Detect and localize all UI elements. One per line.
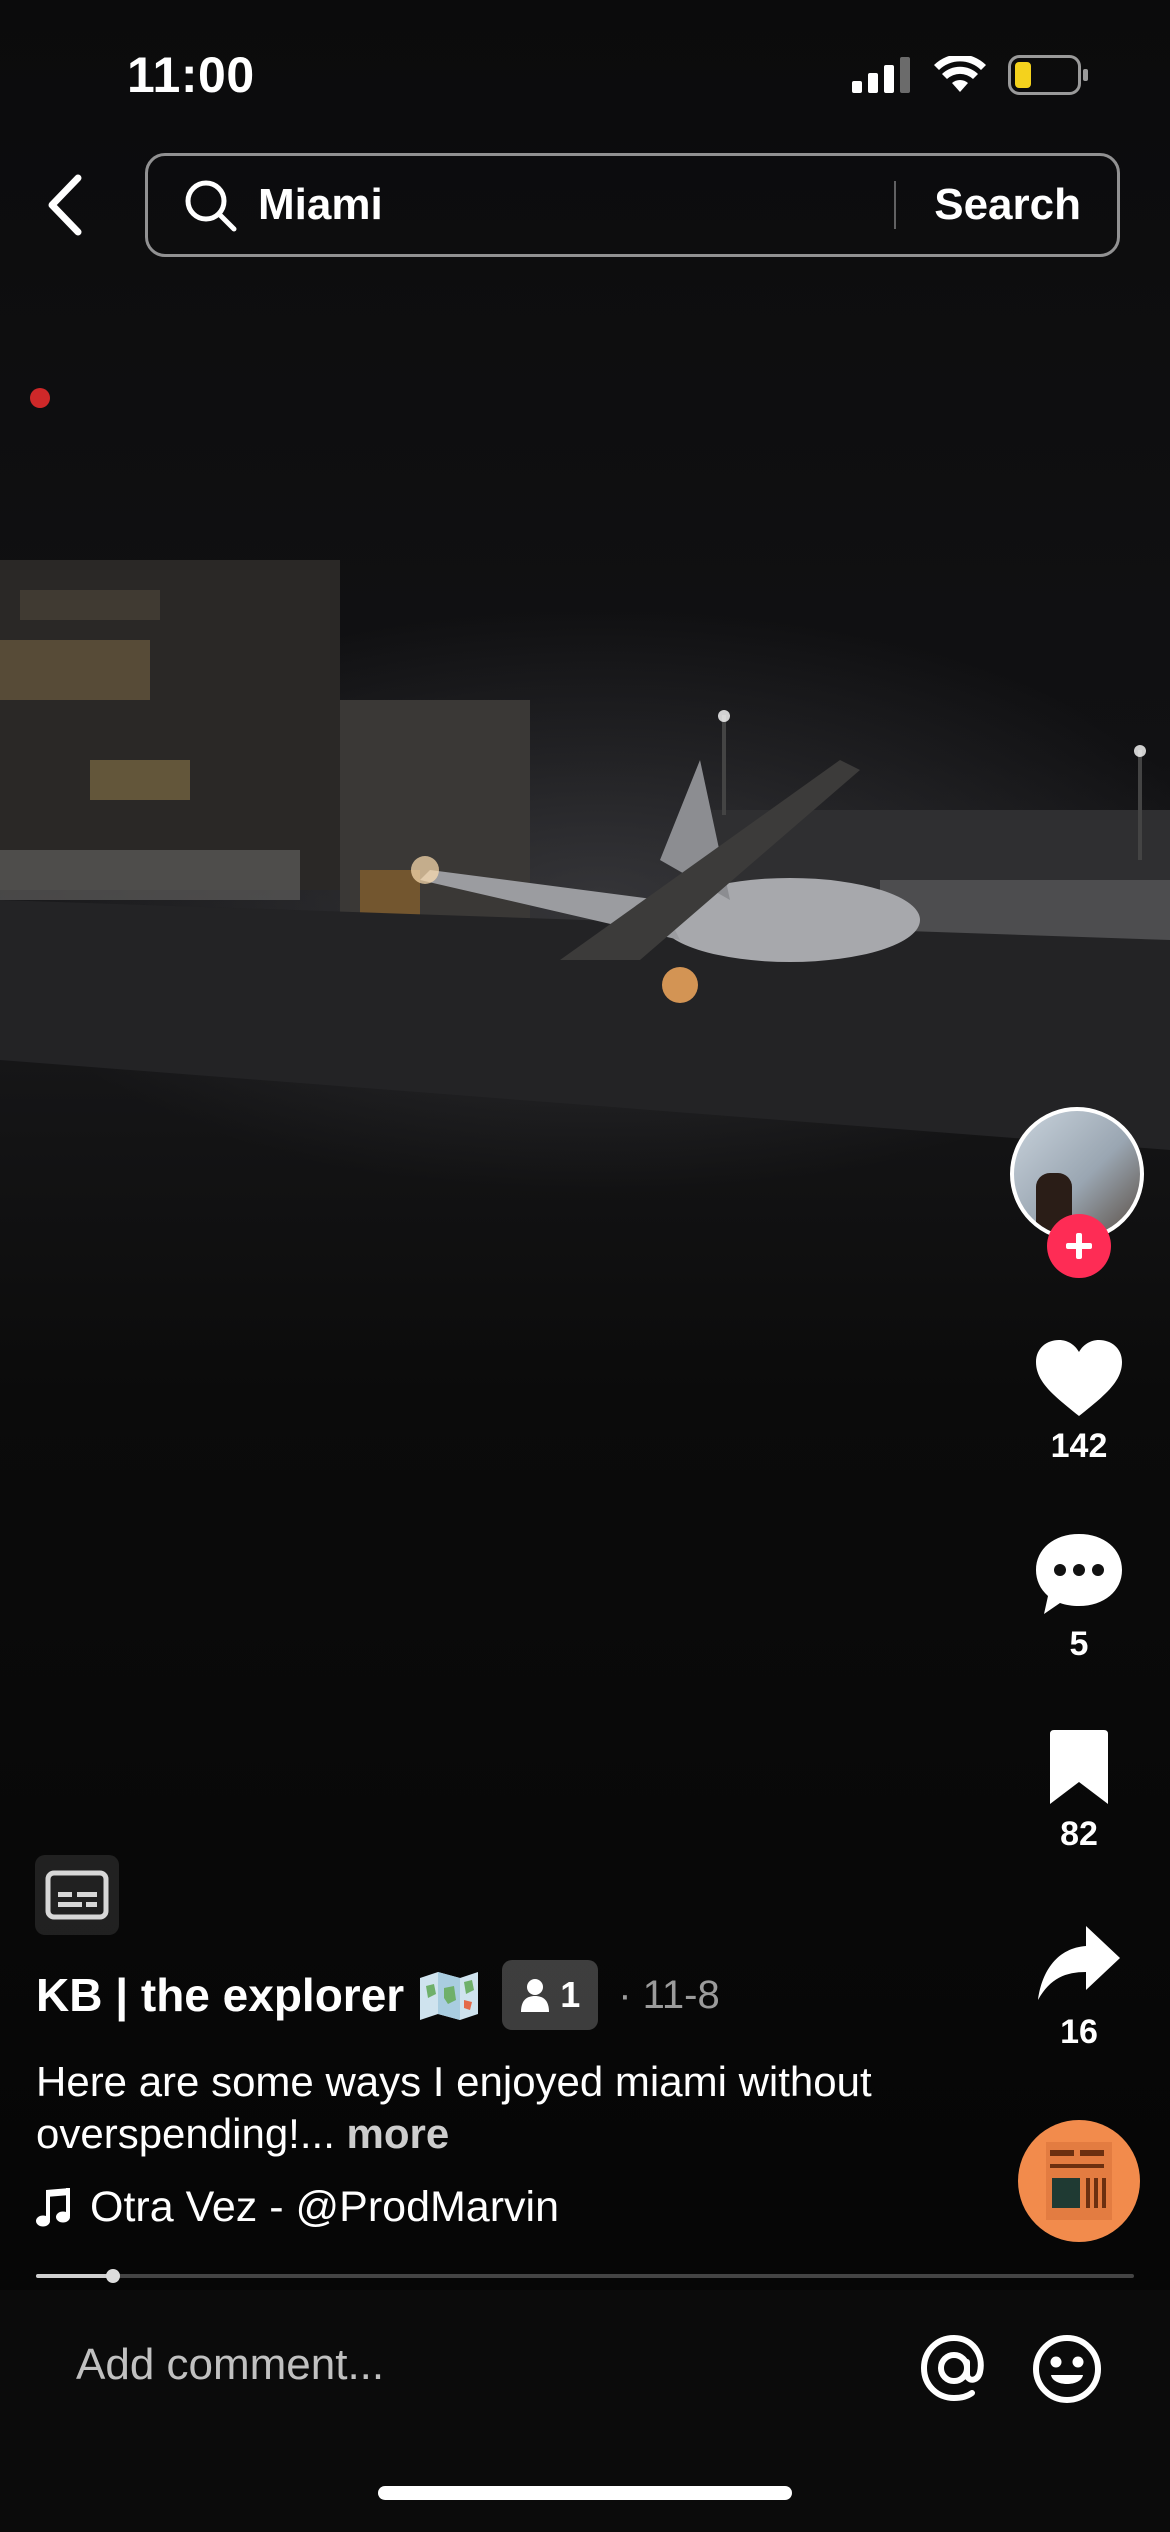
bookmark-icon: [1050, 1730, 1108, 1804]
progress-knob[interactable]: [105, 2269, 120, 2283]
comment-bubble-icon: [1036, 1534, 1122, 1614]
mention-button[interactable]: [918, 2332, 990, 2404]
bookmark-button[interactable]: 82: [1009, 1730, 1149, 1854]
author-name[interactable]: KB | the explorer: [36, 1968, 404, 2022]
music-row[interactable]: Otra Vez - @ProdMarvin: [36, 2183, 559, 2232]
follow-button[interactable]: [1047, 1214, 1111, 1278]
music-title: Otra Vez - @ProdMarvin: [90, 2183, 560, 2231]
save-count: 82: [1060, 1815, 1098, 1853]
share-button[interactable]: 16: [1009, 1922, 1149, 2052]
author-row: KB | the explorer 1 · 11-8: [36, 1960, 720, 2030]
video-progress-bar[interactable]: [36, 2269, 1134, 2283]
captions-button[interactable]: [35, 1855, 119, 1935]
back-button[interactable]: [40, 170, 90, 240]
wifi-icon: [934, 56, 986, 92]
comment-input[interactable]: Add comment...: [76, 2340, 384, 2390]
at-icon: [920, 2334, 984, 2402]
battery-icon: [1008, 55, 1088, 95]
home-indicator: [378, 2486, 792, 2500]
music-note-icon: [36, 2187, 70, 2226]
emoji-icon: [1033, 2335, 1101, 2403]
heart-icon: [1036, 1340, 1122, 1416]
like-count: 142: [1050, 1427, 1108, 1465]
search-bar[interactable]: Miami Search: [145, 153, 1120, 257]
search-icon: [185, 180, 237, 232]
music-disc[interactable]: [1018, 2120, 1140, 2242]
search-button[interactable]: Search: [896, 180, 1117, 230]
album-art-icon: [1046, 2142, 1112, 2220]
caption-text: Here are some ways I enjoyed miami witho…: [36, 2058, 872, 2157]
cellular-signal-icon: [852, 57, 910, 93]
status-time: 11:00: [127, 47, 255, 103]
plus-icon: [1066, 1233, 1092, 1259]
share-arrow-icon: [1038, 1926, 1120, 2000]
post-caption[interactable]: Here are some ways I enjoyed miami witho…: [36, 2056, 936, 2160]
collaborators-badge[interactable]: 1: [502, 1960, 599, 2030]
like-button[interactable]: 142: [1009, 1338, 1149, 1466]
person-icon: [521, 1979, 550, 2012]
comment-count: 5: [1069, 1625, 1089, 1663]
search-input[interactable]: Miami: [258, 180, 894, 230]
captions-icon: [45, 1870, 109, 1920]
share-count: 16: [1060, 2013, 1098, 2051]
comment-button[interactable]: 5: [1009, 1530, 1149, 1664]
caption-more-link[interactable]: more: [347, 2110, 450, 2157]
progress-fill: [36, 2274, 113, 2278]
back-chevron-icon: [48, 174, 82, 236]
map-emoji-icon: [420, 1972, 479, 2020]
status-icons: [852, 55, 1090, 95]
emoji-button[interactable]: [1031, 2333, 1103, 2405]
post-date: · 11-8: [618, 1972, 720, 2017]
collaborators-count: 1: [560, 1974, 581, 2015]
